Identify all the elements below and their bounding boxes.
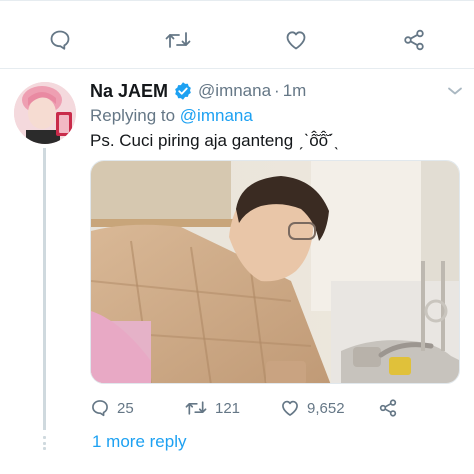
share-icon (404, 29, 424, 51)
tweet-media[interactable] (90, 160, 460, 384)
chevron-down-icon (448, 87, 462, 95)
retweet-count-button[interactable]: 121 (184, 394, 240, 422)
avatar-image (14, 82, 76, 144)
heart-icon (282, 400, 298, 416)
more-options-button[interactable] (446, 82, 464, 100)
thread-line (43, 148, 46, 430)
retweet-icon (185, 401, 207, 415)
like-button[interactable] (276, 18, 316, 62)
verified-badge-icon (173, 81, 193, 101)
media-photo (91, 161, 459, 383)
replying-to-mention[interactable]: @imnana (180, 106, 253, 125)
more-replies-link[interactable]: 1 more reply (92, 432, 186, 452)
header-separator: · (274, 81, 280, 100)
reply-icon (92, 400, 108, 417)
avatar[interactable] (14, 82, 76, 144)
replying-to-prefix: Replying to (90, 106, 176, 125)
share-tweet-button[interactable] (378, 394, 398, 422)
tweet-header: Na JAEM @imnana · 1m (90, 80, 306, 102)
share-icon (379, 399, 397, 417)
section-divider (0, 68, 474, 69)
display-name[interactable]: Na JAEM (90, 81, 168, 102)
top-divider (0, 0, 474, 1)
previous-tweet-actions (0, 18, 474, 62)
retweet-button[interactable] (158, 18, 198, 62)
share-button[interactable] (394, 18, 434, 62)
engagement-bar: 25 121 9,652 (90, 394, 460, 422)
handle[interactable]: @imnana (198, 81, 271, 101)
reply-count: 25 (117, 399, 134, 417)
reply-icon (50, 30, 70, 50)
retweet-icon (165, 32, 191, 48)
like-count: 9,652 (307, 399, 345, 417)
replying-to: Replying to @imnana (90, 106, 253, 126)
like-count-button[interactable]: 9,652 (280, 394, 345, 422)
reply-count-button[interactable]: 25 (90, 394, 134, 422)
tweet-text: Ps. Cuci piring aja ganteng ˏˋô̂̆ô̂̆ˊˎ (90, 131, 340, 150)
thread-dots (43, 436, 46, 450)
reply-button[interactable] (40, 18, 80, 62)
retweet-count: 121 (215, 399, 241, 417)
timestamp[interactable]: 1m (283, 81, 307, 101)
heart-icon (286, 31, 306, 50)
